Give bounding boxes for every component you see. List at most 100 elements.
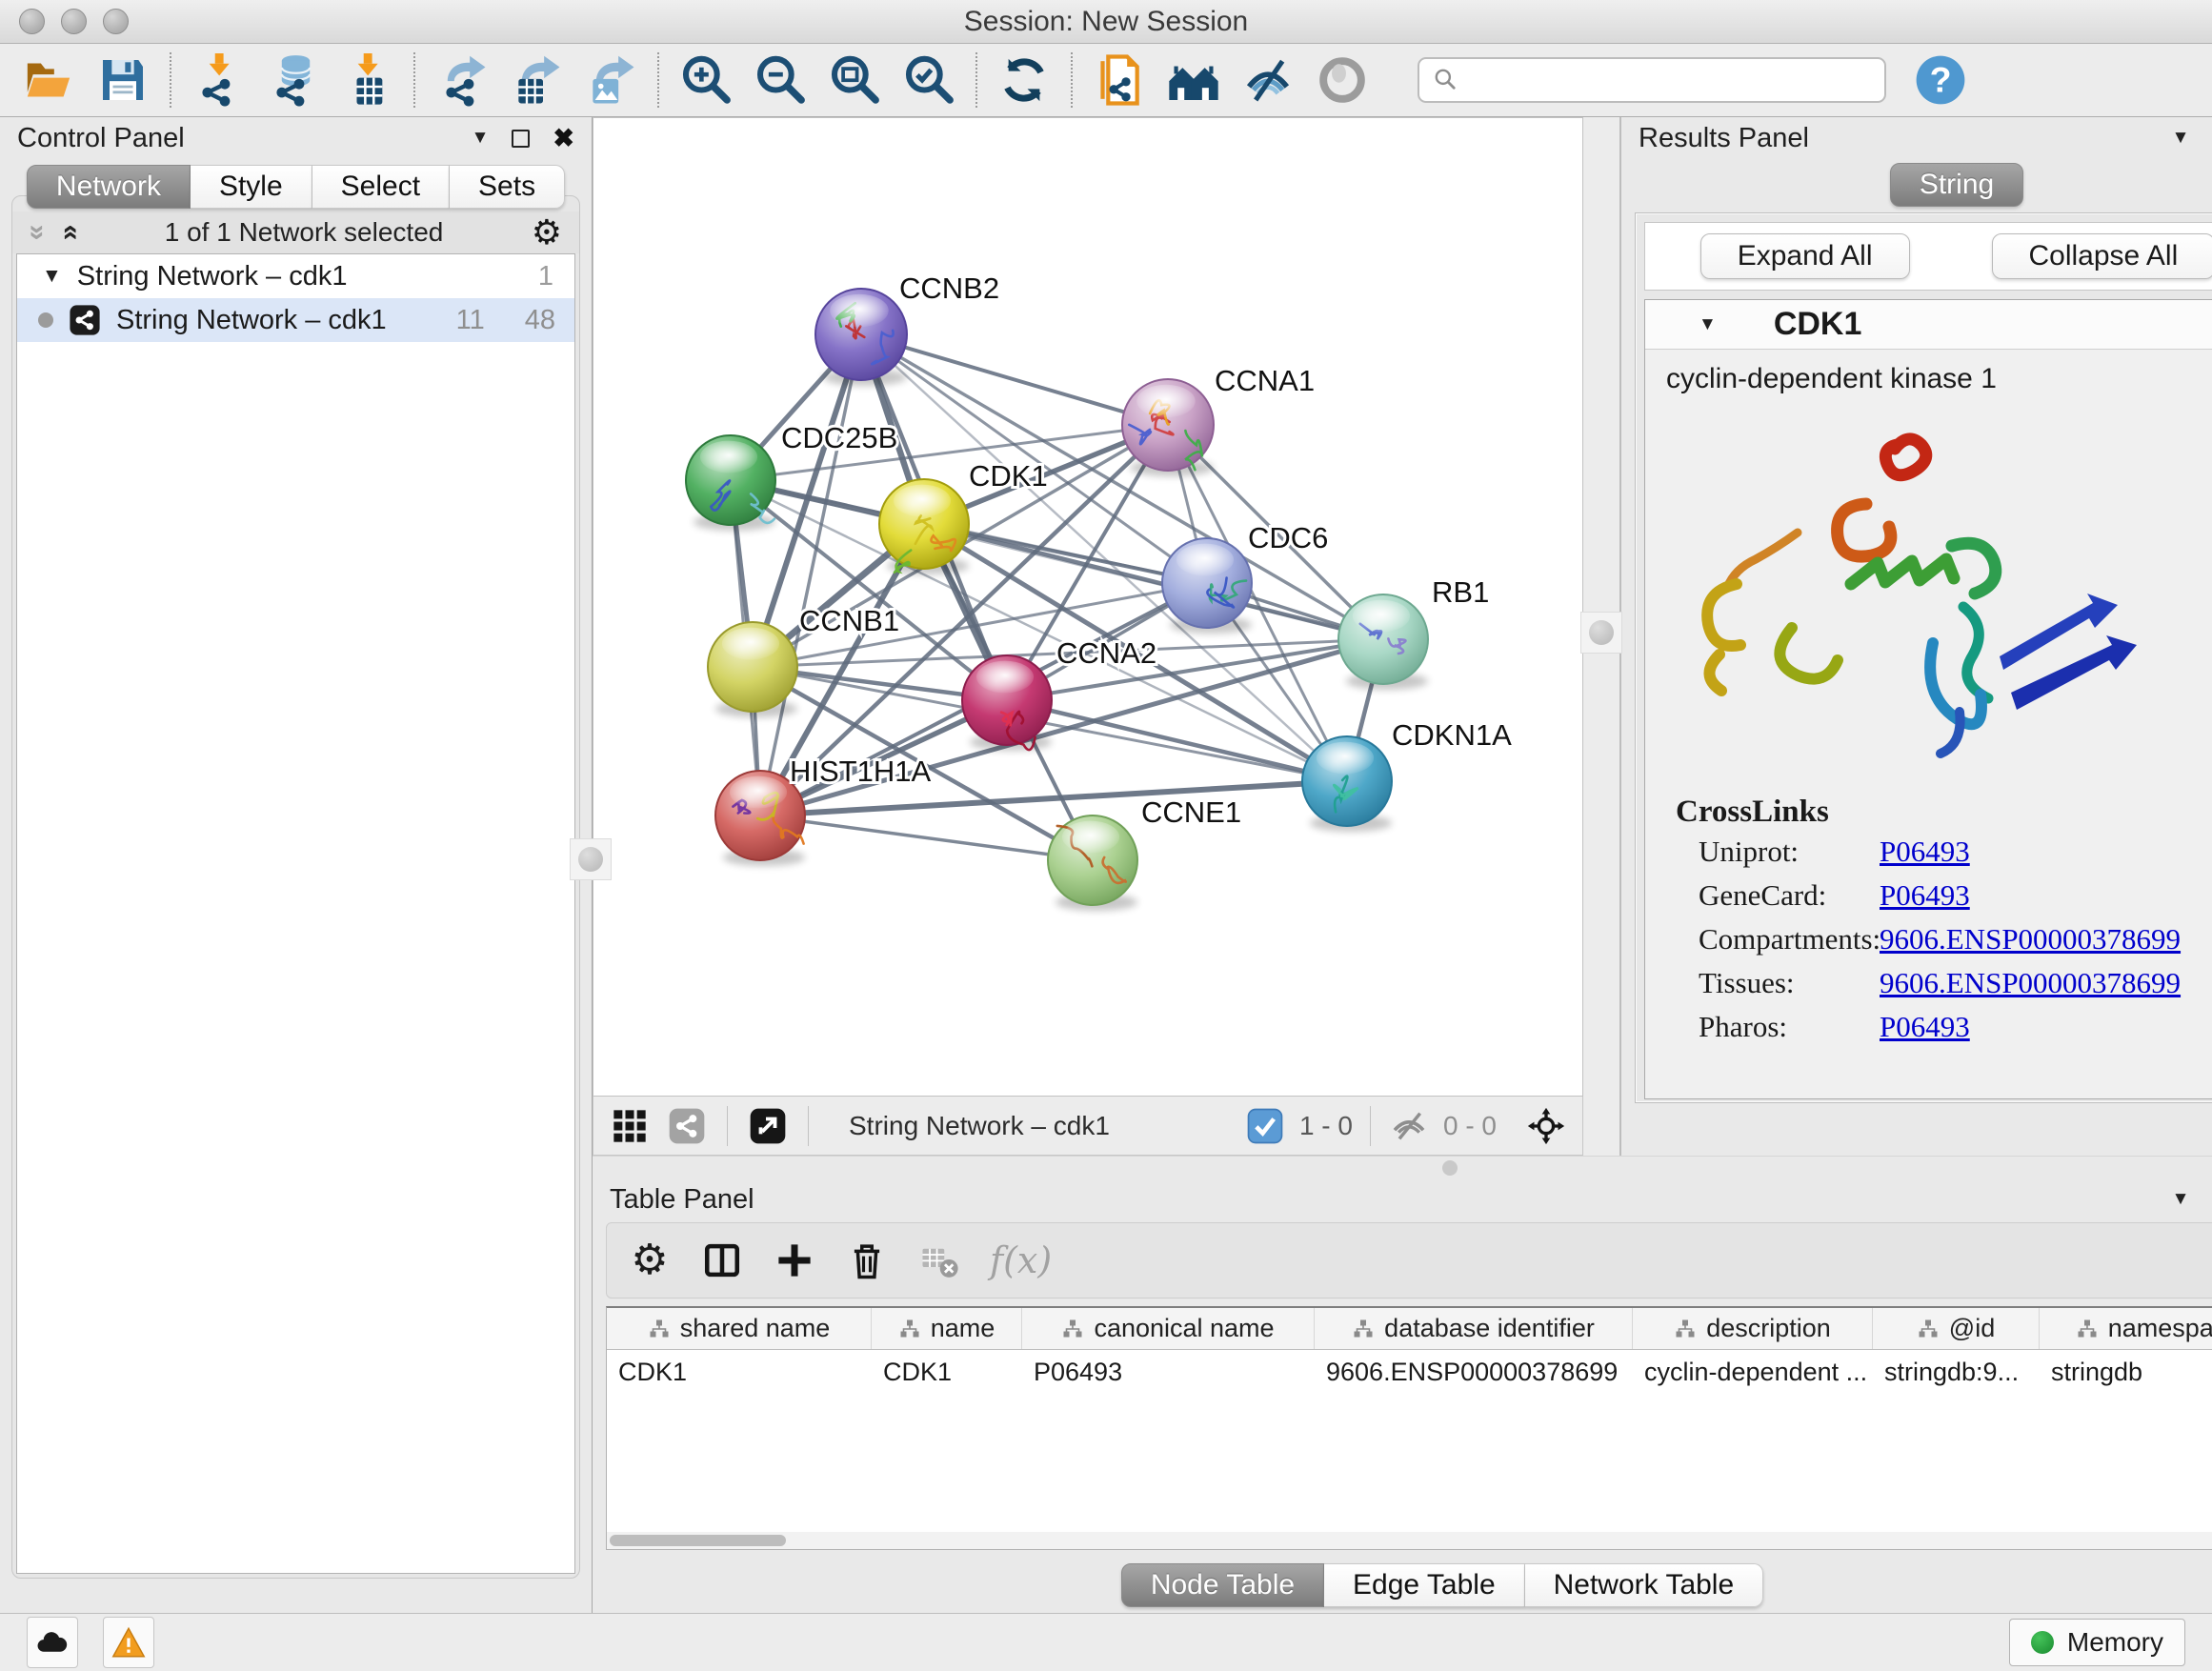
- node-CDC6[interactable]: [1162, 538, 1252, 634]
- table-cell: stringdb: [2040, 1350, 2212, 1394]
- zoom-fit-icon[interactable]: [817, 49, 892, 111]
- crosslinks-title: CrossLinks: [1676, 795, 2212, 830]
- import-network-file-icon[interactable]: [181, 49, 255, 111]
- splitter-handle[interactable]: [1442, 1160, 1458, 1176]
- node-count: 11: [456, 305, 485, 336]
- vertical-splitter[interactable]: [1583, 117, 1621, 1156]
- tab-node-table[interactable]: Node Table: [1121, 1563, 1324, 1607]
- import-table-icon[interactable]: [330, 49, 404, 111]
- panel-splitter-handle[interactable]: [570, 838, 612, 880]
- tab-string[interactable]: String: [1890, 163, 2023, 207]
- zoom-in-icon[interactable]: [669, 49, 743, 111]
- show-hide-icon[interactable]: [1231, 49, 1305, 111]
- home-icon[interactable]: [1156, 49, 1231, 111]
- network-canvas[interactable]: CCNB2CCNA1CDC25BCDK1CDC6RB1CCNB1CCNA2CDK…: [593, 117, 1583, 1097]
- node-CCNE1[interactable]: [1048, 815, 1137, 911]
- panel-menu-icon[interactable]: ▼: [472, 128, 490, 149]
- help-icon: ?: [1913, 52, 1968, 108]
- panel-float-icon[interactable]: [512, 130, 530, 148]
- edge-CCNB2-CCNA1[interactable]: [861, 334, 1168, 425]
- tab-network-table[interactable]: Network Table: [1525, 1563, 1764, 1607]
- entry-disclosure-icon[interactable]: ▼: [1699, 314, 1717, 335]
- tab-network[interactable]: Network: [27, 165, 191, 209]
- node-CDKN1A[interactable]: [1302, 736, 1392, 832]
- import-string-file-icon[interactable]: [1082, 49, 1156, 111]
- save-session-icon[interactable]: [86, 49, 160, 111]
- node-CDC25B[interactable]: [686, 435, 775, 531]
- edge-CCNB2-HIST1H1A[interactable]: [760, 334, 861, 815]
- show-columns-icon[interactable]: [700, 1238, 744, 1282]
- node-entry-cdk1: ▼ CDK1 cyclin-dependent kinase 1: [1644, 299, 2212, 1099]
- refresh-layout-icon[interactable]: [987, 49, 1061, 111]
- splitter-handle[interactable]: [1580, 612, 1622, 654]
- search-input[interactable]: [1418, 57, 1886, 103]
- delete-column-icon[interactable]: [845, 1238, 889, 1282]
- expand-all-button[interactable]: Expand All: [1700, 233, 1910, 279]
- node-CCNA1[interactable]: [1122, 379, 1214, 476]
- crosslink-link[interactable]: P06493: [1880, 835, 1970, 869]
- tab-style[interactable]: Style: [191, 165, 312, 209]
- collapse-all-networks-icon[interactable]: »: [23, 225, 51, 241]
- warning-button[interactable]: [103, 1617, 154, 1668]
- column-header-shared-name[interactable]: shared name: [607, 1308, 872, 1349]
- scrollbar-thumb[interactable]: [610, 1535, 786, 1546]
- expand-all-networks-icon[interactable]: »: [54, 225, 83, 241]
- open-in-new-window-icon[interactable]: [747, 1105, 789, 1147]
- minimize-window-icon[interactable]: [61, 9, 87, 34]
- create-column-icon[interactable]: [773, 1238, 816, 1282]
- edge-HIST1H1A-CCNE1[interactable]: [760, 815, 1093, 860]
- column-header-namespace[interactable]: namespace: [2040, 1308, 2212, 1349]
- collapse-all-button[interactable]: Collapse All: [1992, 233, 2212, 279]
- table-row[interactable]: CDK1CDK1P064939606.ENSP00000378699cyclin…: [607, 1350, 2212, 1394]
- edge-CCNA2-CDKN1A[interactable]: [1007, 700, 1347, 781]
- crosslink-link[interactable]: P06493: [1880, 1010, 1970, 1044]
- column-header-database-identifier[interactable]: database identifier: [1315, 1308, 1633, 1349]
- entry-header[interactable]: ▼ CDK1: [1645, 300, 2212, 350]
- network-options-gear-icon[interactable]: ⚙: [532, 215, 562, 250]
- network-row-selected[interactable]: String Network – cdk1 11 48: [17, 298, 574, 342]
- table-horizontal-scrollbar[interactable]: [607, 1532, 2212, 1549]
- birds-eye-grid-icon[interactable]: [609, 1105, 651, 1147]
- memory-button[interactable]: Memory: [2009, 1619, 2185, 1666]
- column-header-description[interactable]: description: [1633, 1308, 1873, 1349]
- table-options-gear-icon[interactable]: ⚙: [628, 1238, 672, 1282]
- export-image-icon[interactable]: [573, 49, 648, 111]
- export-network-icon[interactable]: [425, 49, 499, 111]
- crosslink-row: Compartments:9606.ENSP00000378699: [1676, 917, 2212, 961]
- zoom-selected-icon[interactable]: [892, 49, 966, 111]
- table-cell: stringdb:9...: [1873, 1350, 2040, 1394]
- fit-selected-crosshair-icon[interactable]: [1525, 1105, 1567, 1147]
- graphics-details-icon[interactable]: [1305, 49, 1379, 111]
- node-CCNA2[interactable]: [962, 655, 1052, 751]
- import-network-database-icon[interactable]: [255, 49, 330, 111]
- tab-edge-table[interactable]: Edge Table: [1324, 1563, 1525, 1607]
- zoom-window-icon[interactable]: [103, 9, 129, 34]
- zoom-out-icon[interactable]: [743, 49, 817, 111]
- open-session-icon[interactable]: [11, 49, 86, 111]
- cloud-button[interactable]: [27, 1617, 78, 1668]
- table-cell: 9606.ENSP00000378699: [1315, 1350, 1633, 1394]
- panel-menu-icon[interactable]: ▼: [2172, 1189, 2190, 1210]
- column-header-@id[interactable]: @id: [1873, 1308, 2040, 1349]
- crosslink-link[interactable]: P06493: [1880, 878, 1970, 913]
- column-header-name[interactable]: name: [872, 1308, 1022, 1349]
- network-list: ▼ String Network – cdk1 1 String Network…: [16, 253, 575, 1574]
- node-label-CCNB1: CCNB1: [799, 604, 899, 637]
- column-header-canonical-name[interactable]: canonical name: [1022, 1308, 1315, 1349]
- export-table-icon[interactable]: [499, 49, 573, 111]
- panel-close-icon[interactable]: ✖: [553, 126, 574, 151]
- tab-sets[interactable]: Sets: [450, 165, 565, 209]
- help-button[interactable]: ?: [1913, 52, 1968, 108]
- close-window-icon[interactable]: [19, 9, 45, 34]
- selected-checkbox-icon[interactable]: [1244, 1105, 1286, 1147]
- horizontal-splitter[interactable]: [593, 1156, 2212, 1178]
- crosslink-link[interactable]: 9606.ENSP00000378699: [1880, 966, 2181, 1000]
- node-RB1[interactable]: [1338, 594, 1428, 690]
- crosslink-link[interactable]: 9606.ENSP00000378699: [1880, 922, 2181, 956]
- network-collection-row[interactable]: ▼ String Network – cdk1 1: [17, 254, 574, 298]
- panel-menu-icon[interactable]: ▼: [2172, 128, 2190, 149]
- disclosure-triangle-icon[interactable]: ▼: [42, 265, 62, 288]
- node-CCNB1[interactable]: [708, 622, 797, 717]
- network-share-icon[interactable]: [666, 1105, 708, 1147]
- tab-select[interactable]: Select: [312, 165, 450, 209]
